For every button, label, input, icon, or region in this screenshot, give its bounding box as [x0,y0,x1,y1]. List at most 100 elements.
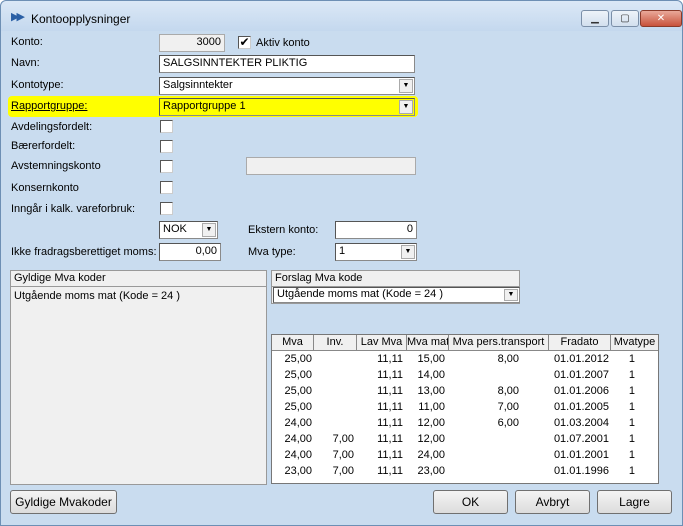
chevron-down-icon[interactable]: ▼ [504,289,518,301]
table-cell: 7,00 [332,465,354,477]
table-cell: 01.01.2006 [553,385,609,397]
aktiv-konto-label: Aktiv konto [256,37,310,49]
table-cell: 1 [628,465,635,477]
ikke-fradrag-field[interactable]: 0,00 [159,243,221,261]
col-fradato[interactable]: Fradato [549,335,611,350]
table-row[interactable]: 23,00 7,00 11,11 23,00 01.01.1996 1 [272,464,658,479]
avstemningskonto-field [246,157,416,175]
table-row[interactable]: 24,00 7,00 11,11 24,00 01.01.2001 1 [272,448,658,463]
konsernkonto-checkbox[interactable] [160,181,173,194]
table-cell: 23,00 [417,465,445,477]
mva-type-label: Mva type: [248,246,296,258]
maximize-button[interactable]: ▢ [611,10,639,27]
table-row[interactable]: 25,00 11,11 11,00 7,00 01.01.2005 1 [272,400,658,415]
title-bar[interactable]: ▶▶ Kontoopplysninger ▁ ▢ ✕ [1,1,682,31]
ok-button[interactable]: OK [433,490,508,514]
table-cell: 1 [628,369,635,381]
col-mva-mat[interactable]: Mva mat [407,335,449,350]
avbryt-button[interactable]: Avbryt [515,490,590,514]
table-cell: 11,00 [418,401,445,413]
inngar-checkbox[interactable] [160,202,173,215]
col-mvatype[interactable]: Mvatype [611,335,658,350]
gyldige-mva-panel: Gyldige Mva koder Utgående moms mat (Kod… [10,270,267,485]
close-button[interactable]: ✕ [640,10,682,27]
table-cell: 24,00 [284,433,312,445]
kontotype-value: Salgsinntekter [163,79,233,91]
table-cell: 11,11 [377,353,403,365]
table-cell: 6,00 [497,417,519,429]
table-cell: 01.01.2001 [553,449,609,461]
table-cell: 11,11 [377,369,403,381]
konto-field[interactable]: 3000 [159,34,225,52]
kontotype-select[interactable]: Salgsinntekter ▼ [159,77,415,95]
table-cell: 1 [628,449,635,461]
table-cell: 11,11 [377,417,403,429]
table-cell: 7,00 [497,401,519,413]
avdelingsfordelt-checkbox[interactable] [160,120,173,133]
table-cell: 25,00 [284,401,312,413]
mva-table[interactable]: Mva Inv. Lav Mva Mva mat Mva pers.transp… [271,334,659,484]
table-cell: 8,00 [497,353,519,365]
table-cell: 23,00 [284,465,312,477]
chevron-down-icon[interactable]: ▼ [202,223,216,237]
table-cell [314,416,354,431]
navn-field[interactable]: SALGSINNTEKTER PLIKTIG [159,55,415,73]
table-cell: 25,00 [284,369,312,381]
chevron-down-icon[interactable]: ▼ [399,100,413,114]
gyldige-mva-item[interactable]: Utgående moms mat (Kode = 24 ) [14,290,180,302]
konto-label: Konto: [11,36,43,48]
col-mva[interactable]: Mva [272,335,314,350]
forslag-mva-select[interactable]: Utgående moms mat (Kode = 24 ) ▼ [273,287,520,303]
table-row[interactable]: 25,00 11,11 14,00 01.01.2007 1 [272,368,658,383]
table-cell: 11,11 [377,401,403,413]
table-cell: 1 [628,401,635,413]
table-cell [314,400,354,415]
table-row[interactable]: 25,00 11,11 15,00 8,00 01.01.2012 1 [272,352,658,367]
table-cell: 1 [628,433,635,445]
ekstern-konto-field[interactable]: 0 [335,221,417,239]
table-cell: 13,00 [417,385,445,397]
aktiv-konto-checkbox[interactable]: ✔ [238,36,251,49]
lagre-button[interactable]: Lagre [597,490,672,514]
inngar-label: Inngår i kalk. vareforbruk: [11,203,136,215]
table-cell: 1 [628,417,635,429]
currency-select[interactable]: NOK ▼ [159,221,218,239]
table-cell: 7,00 [332,449,354,461]
table-cell: 11,11 [377,433,403,445]
table-cell: 01.01.1996 [553,465,609,477]
mva-type-value: 1 [339,245,346,257]
rapportgruppe-value: Rapportgruppe 1 [163,100,246,112]
chevron-down-icon[interactable]: ▼ [401,245,415,259]
mva-type-select[interactable]: 1 ▼ [335,243,417,261]
chevron-down-icon[interactable]: ▼ [399,79,413,93]
col-mva-pers-transport[interactable]: Mva pers.transport [449,335,549,350]
currency-value: NOK [163,223,187,235]
table-cell: 01.03.2004 [553,417,609,429]
table-cell: 12,00 [417,417,445,429]
table-cell: 1 [628,353,635,365]
table-header: Mva Inv. Lav Mva Mva mat Mva pers.transp… [272,335,658,351]
baererfordelt-label: Bærerfordelt: [11,140,76,152]
table-cell: 14,00 [417,369,445,381]
avstemningskonto-label: Avstemningskonto [11,160,101,172]
navn-label: Navn: [11,57,40,69]
minimize-button[interactable]: ▁ [581,10,609,27]
table-cell [449,368,519,383]
table-cell: 1 [628,385,635,397]
col-lav-mva[interactable]: Lav Mva [357,335,407,350]
table-cell: 11,11 [377,465,403,477]
baererfordelt-checkbox[interactable] [160,140,173,153]
table-row[interactable]: 24,00 7,00 11,11 12,00 01.07.2001 1 [272,432,658,447]
gyldige-mvakoder-button[interactable]: Gyldige Mvakoder [10,490,117,514]
table-cell: 11,11 [377,449,403,461]
rapportgruppe-select[interactable]: Rapportgruppe 1 ▼ [159,98,415,116]
window-title: Kontoopplysninger [31,12,131,26]
col-inv[interactable]: Inv. [314,335,357,350]
table-cell: 01.01.2012 [553,353,609,365]
ekstern-konto-label: Ekstern konto: [248,224,319,236]
table-cell: 15,00 [417,353,445,365]
table-row[interactable]: 25,00 11,11 13,00 8,00 01.01.2006 1 [272,384,658,399]
table-cell: 24,00 [284,449,312,461]
avstemningskonto-checkbox[interactable] [160,160,173,173]
table-row[interactable]: 24,00 11,11 12,00 6,00 01.03.2004 1 [272,416,658,431]
